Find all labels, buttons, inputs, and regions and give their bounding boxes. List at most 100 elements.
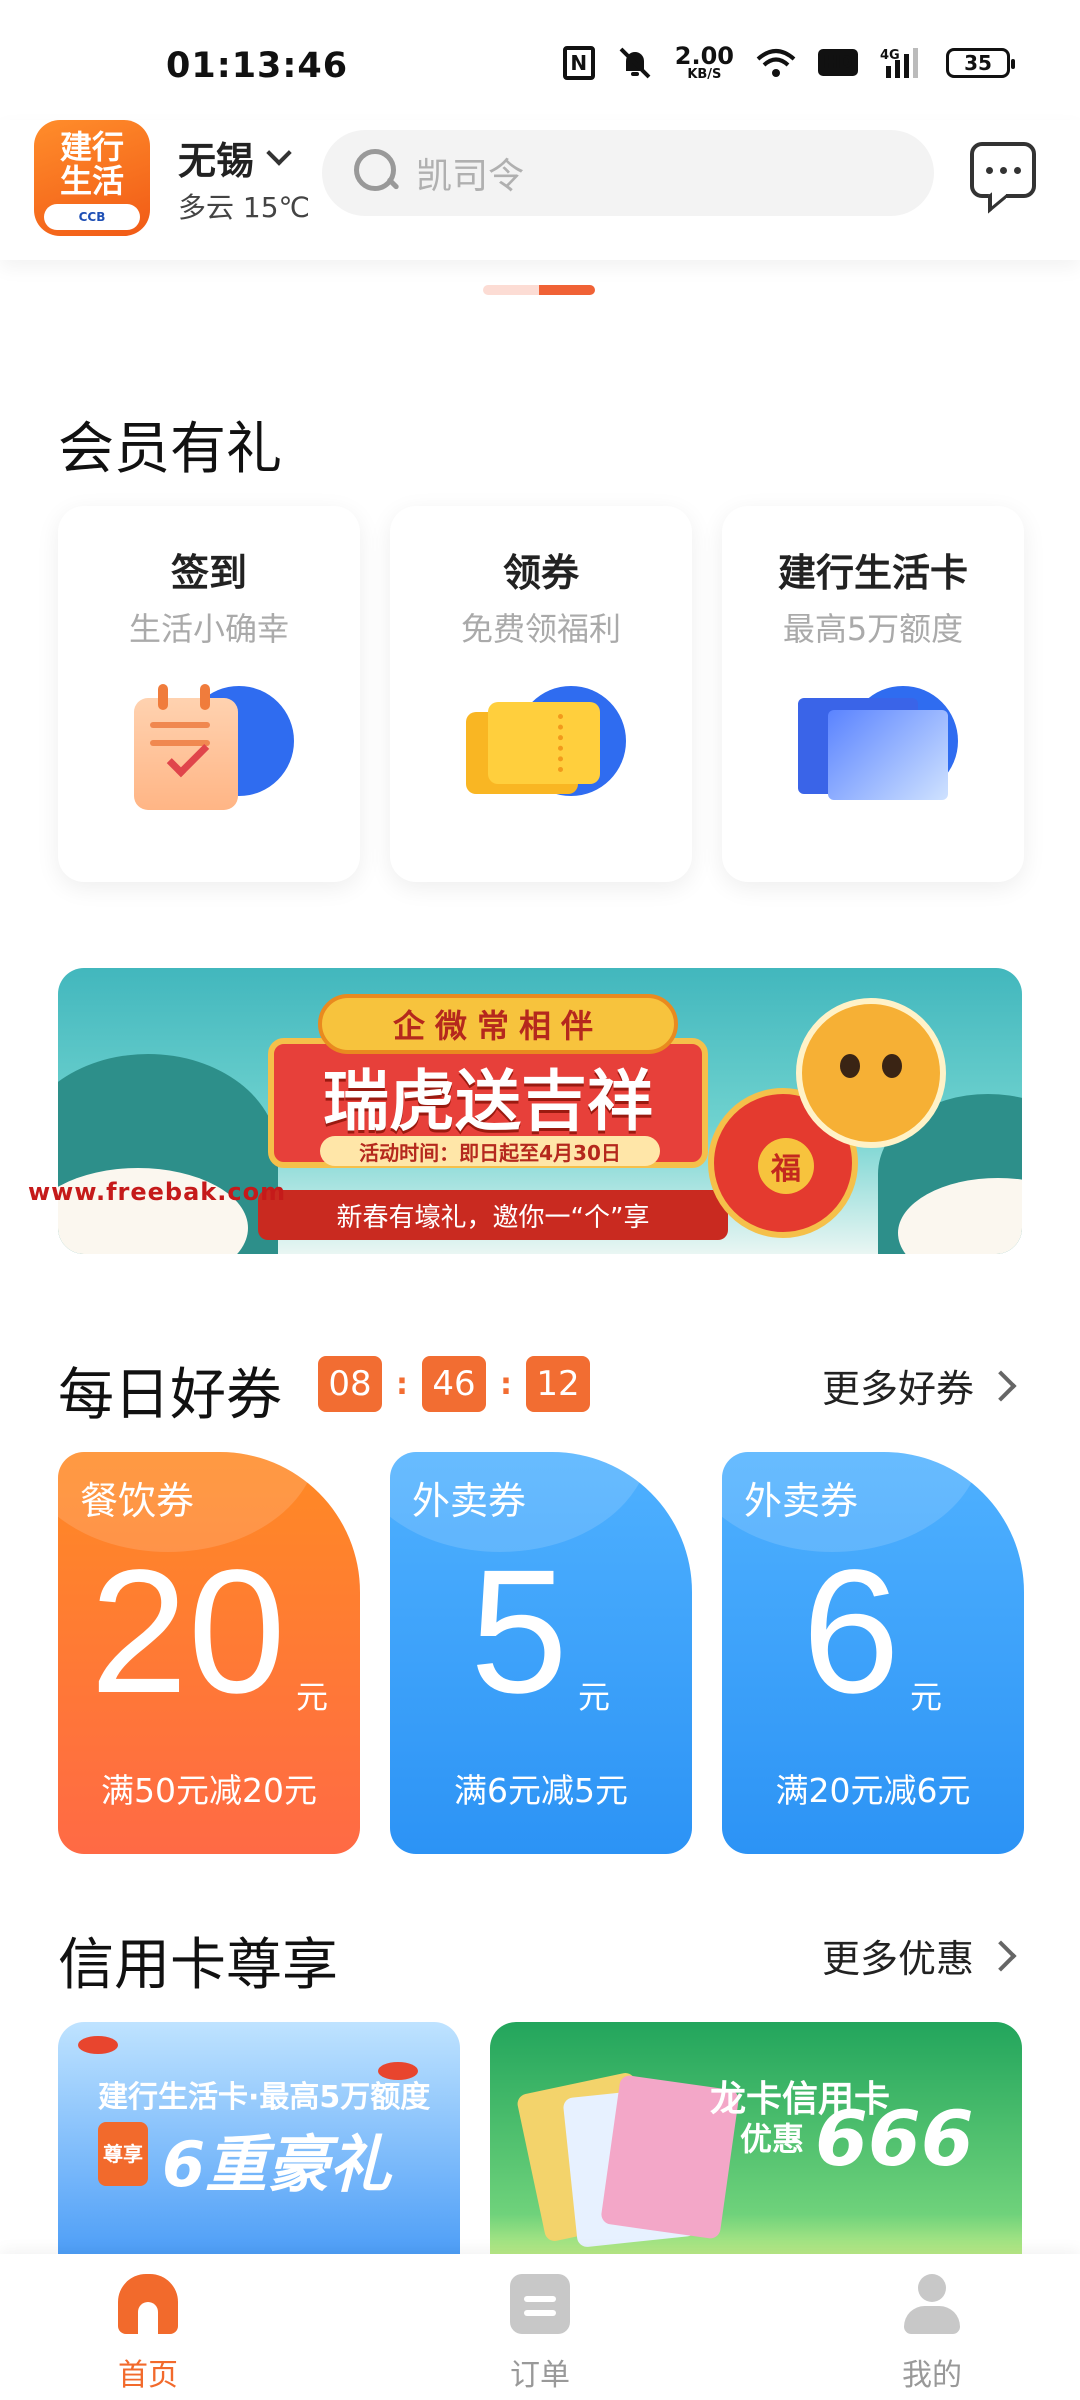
more-label: 更多优惠 [822, 1937, 975, 1981]
status-time: 01:13:46 [166, 46, 349, 86]
coupon-claim-card[interactable]: 领券 免费领福利 [390, 506, 692, 882]
coupon-type: 外卖券 [744, 1479, 859, 1523]
promo-line2: 优惠 [740, 2120, 805, 2158]
signal-icon: 4G [880, 46, 924, 80]
tab-home[interactable]: 首页 [58, 2254, 238, 2400]
search-bar[interactable]: 凯司令 [322, 130, 934, 216]
banner-tag: 企微常相伴 [318, 994, 678, 1054]
tab-orders[interactable]: 订单 [450, 2254, 630, 2400]
weather-text: 多云 15℃ [178, 191, 310, 224]
logo-text: 建行生活 [59, 128, 124, 200]
net-speed-value: 2.00 [674, 42, 734, 70]
promo-line1: 建行生活卡·最高5万额度 [98, 2080, 431, 2115]
coupon-unit: 元 [578, 1678, 611, 1716]
life-card-promo[interactable]: 建行生活卡·最高5万额度 尊享 6重豪礼 [58, 2022, 460, 2262]
tab-label: 首页 [118, 2358, 178, 2393]
coupon-unit: 元 [296, 1678, 329, 1716]
banner-pager [483, 285, 595, 295]
card-title: 建行生活卡 [777, 551, 968, 595]
countdown-timer: 08 : 46 : 12 [318, 1356, 590, 1412]
chevron-right-icon [985, 1939, 1017, 1972]
status-icons: N 2.00 KB/S HD 4G 35 [562, 44, 1015, 81]
tab-me[interactable]: 我的 [842, 2254, 1022, 2400]
ticket-front [488, 702, 600, 784]
timer-hours: 08 [318, 1356, 382, 1412]
coupon-rule: 满6元减5元 [454, 1771, 628, 1810]
member-section-title: 会员有礼 [58, 417, 282, 482]
card-subtitle: 生活小确幸 [128, 610, 289, 648]
timer-seconds: 12 [526, 1356, 590, 1412]
pager-dot [483, 285, 539, 295]
net-speed-unit: KB/S [687, 67, 722, 82]
chevron-down-icon [266, 139, 292, 166]
calendar-icon [134, 676, 294, 836]
timer-sep: : [396, 1366, 408, 1402]
message-icon[interactable] [970, 142, 1036, 198]
more-coupons-link[interactable]: 更多好券 [822, 1358, 1017, 1413]
app-logo[interactable]: 建行生活 CCB [34, 120, 150, 236]
checkin-card[interactable]: 签到 生活小确幸 [58, 506, 360, 882]
order-icon [510, 2274, 570, 2334]
battery-icon: 35 [946, 47, 1015, 78]
coupon-amount: 20 [90, 1534, 286, 1730]
banner-title: 瑞虎送吉祥 [323, 1063, 653, 1140]
card-front [828, 710, 948, 800]
coupon-type: 外卖券 [412, 1479, 527, 1523]
tab-label: 订单 [510, 2358, 570, 2393]
dot [999, 166, 1007, 174]
home-icon [118, 2274, 178, 2334]
nfc-icon: N [562, 45, 595, 80]
koi-fish-icon [78, 2036, 118, 2054]
calendar-ring [158, 684, 168, 710]
coupon-type: 餐饮券 [80, 1479, 195, 1523]
coupon-rule: 满20元减6元 [775, 1771, 971, 1810]
watermark-text: www.freebak.com [28, 1178, 287, 1206]
promo-banner[interactable]: 企微常相伴 瑞虎送吉祥 活动时间：即日起至4月30日 新春有壕礼，邀你一“个”享… [58, 968, 1022, 1254]
credit-section-title: 信用卡尊享 [58, 1933, 338, 1998]
search-icon [354, 149, 402, 197]
city-name: 无锡 [178, 139, 255, 183]
app-header: 建行生活 CCB 无锡 多云 15℃ 凯司令 [0, 120, 1080, 260]
dragon-card-promo[interactable]: 龙卡信用卡 优惠 666 [490, 2022, 1022, 2262]
city-selector[interactable]: 无锡 [178, 130, 292, 185]
mute-icon [617, 45, 653, 81]
tiger-mascot [796, 998, 946, 1148]
daily-section-title: 每日好券 [58, 1363, 282, 1428]
coupon-card[interactable]: 餐饮券 20 元 满50元减20元 [58, 1452, 360, 1854]
ccb-badge: CCB [44, 204, 140, 230]
timer-sep: : [500, 1366, 512, 1402]
net-speed: 2.00 KB/S [675, 44, 734, 81]
promo-line2: 6重豪礼 [162, 2128, 392, 2201]
tab-label: 我的 [902, 2358, 962, 2393]
promo-big-number: 666 [815, 2094, 974, 2183]
bottom-tab-bar: 首页 订单 我的 [0, 2254, 1080, 2400]
timer-minutes: 46 [422, 1356, 486, 1412]
coupon-amount: 5 [470, 1534, 568, 1730]
card-title: 领券 [502, 551, 579, 595]
ticket-icon [466, 676, 626, 836]
profile-icon [902, 2274, 962, 2334]
card-subtitle: 免费领福利 [460, 610, 621, 648]
life-card-card[interactable]: 建行生活卡 最高5万额度 [722, 506, 1024, 882]
card-icon [798, 676, 958, 836]
dot [985, 166, 993, 174]
fu-badge: 福 [758, 1138, 814, 1194]
banner-date: 活动时间：即日起至4月30日 [320, 1136, 660, 1166]
more-offers-link[interactable]: 更多优惠 [822, 1928, 1017, 1983]
coupon-amount: 6 [802, 1534, 900, 1730]
status-bar: 01:13:46 N 2.00 KB/S HD 4G 35 [0, 0, 1080, 120]
card-title: 签到 [170, 551, 247, 595]
more-label: 更多好券 [822, 1367, 975, 1411]
pager-dot-active [539, 285, 595, 295]
coupon-card[interactable]: 外卖券 5 元 满6元减5元 [390, 1452, 692, 1854]
wifi-icon [756, 47, 796, 79]
banner-subtitle: 新春有壕礼，邀你一“个”享 [258, 1190, 728, 1240]
dot [1013, 166, 1021, 174]
chevron-right-icon [985, 1369, 1017, 1402]
promo-tag: 尊享 [98, 2122, 148, 2186]
hd-icon: HD [817, 49, 858, 76]
coupon-card[interactable]: 外卖券 6 元 满20元减6元 [722, 1452, 1024, 1854]
calendar-ring [200, 684, 210, 710]
search-placeholder: 凯司令 [416, 156, 525, 197]
card-subtitle: 最高5万额度 [782, 610, 964, 648]
